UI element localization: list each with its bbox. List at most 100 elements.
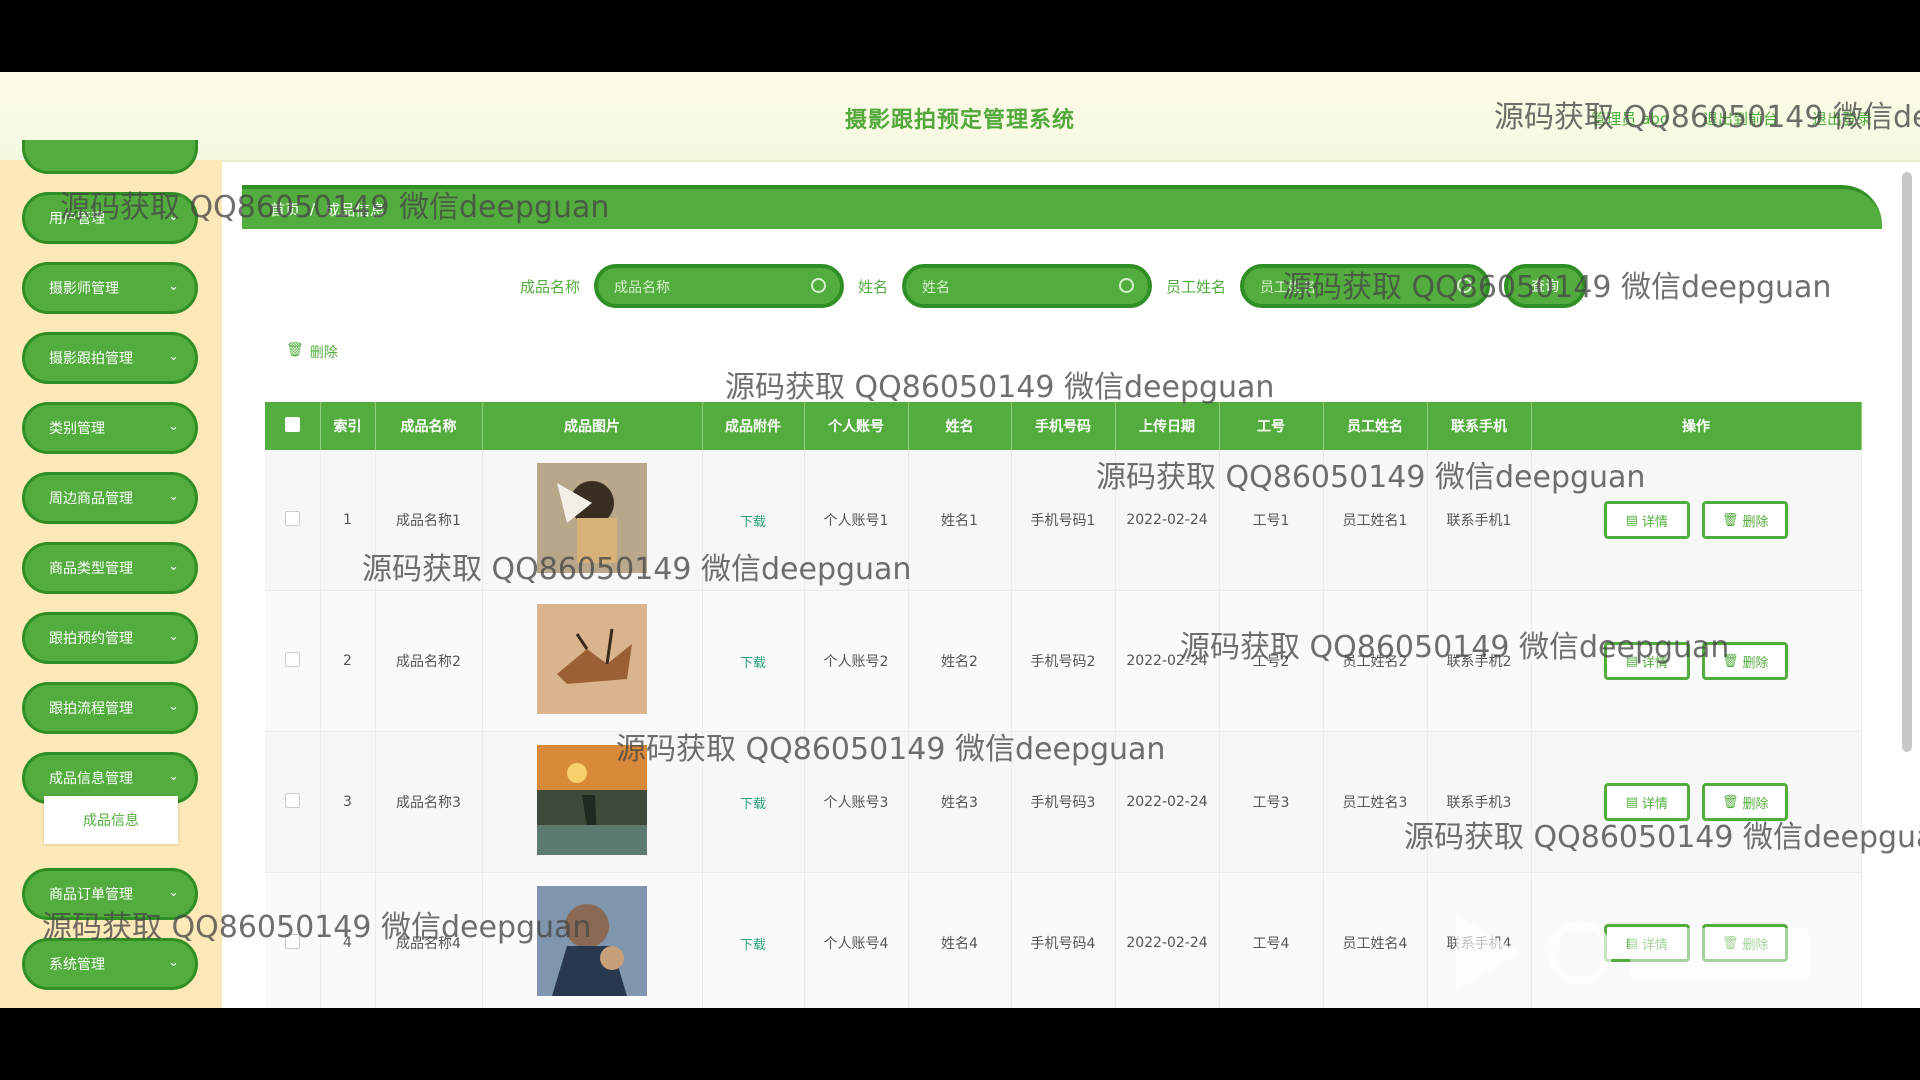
- cell-account: 个人账号4: [804, 872, 909, 1008]
- chevron-down-icon: ⌄: [168, 559, 179, 574]
- cell-gh: 工号4: [1219, 872, 1324, 1008]
- search-xm-box: [902, 264, 1153, 308]
- trash-icon: 🗑: [1721, 794, 1739, 810]
- chevron-down-icon: ⌄: [168, 699, 179, 714]
- download-link[interactable]: 下载: [740, 515, 766, 530]
- cell-staff: 员工姓名1: [1323, 450, 1428, 591]
- cell-attachment: 下载: [702, 872, 805, 1008]
- cell-date: 2022-02-24: [1115, 450, 1220, 591]
- column-header: 操作: [1531, 402, 1862, 450]
- sidebar-item-workflow[interactable]: 跟拍流程管理 ⌄: [22, 682, 198, 734]
- column-header: 员工姓名: [1323, 402, 1428, 450]
- sidebar-item-system[interactable]: 系统管理 ⌄: [22, 938, 198, 990]
- search-staff-input[interactable]: [1244, 268, 1463, 306]
- cell-attachment: 下载: [702, 590, 805, 732]
- search-xm-input[interactable]: [906, 268, 1125, 306]
- back-to-frontend-link[interactable]: 退出到前台: [1703, 108, 1778, 129]
- sidebar-item-label: 摄影跟拍管理: [49, 351, 133, 367]
- cell-name: 成品名称1: [375, 450, 483, 591]
- sidebar-item-product-types[interactable]: 商品类型管理 ⌄: [22, 542, 198, 594]
- cell-name: 成品名称2: [375, 590, 483, 732]
- cell-actions: ▤详情 🗑删除: [1531, 731, 1862, 873]
- search-icon: [1119, 278, 1135, 293]
- product-thumbnail: [537, 886, 647, 996]
- sidebar-item-partial[interactable]: [22, 140, 198, 174]
- detail-label: 详情: [1641, 796, 1668, 812]
- delete-button[interactable]: 🗑删除: [1702, 783, 1789, 821]
- row-checkbox[interactable]: [284, 792, 300, 808]
- cell-phone: 手机号码4: [1011, 872, 1116, 1008]
- delete-button[interactable]: 🗑删除: [1702, 642, 1789, 680]
- logout-link[interactable]: 退出登录: [1812, 108, 1872, 129]
- cell-gh: 工号2: [1219, 590, 1324, 732]
- chevron-down-icon: ⌄: [168, 629, 179, 644]
- sidebar-item-merch[interactable]: 周边商品管理 ⌄: [22, 472, 198, 524]
- table-row: 2 成品名称2 下载 个人账号2 姓名2 手机号码2 2022-02-24 工号…: [265, 590, 1862, 732]
- detail-button[interactable]: ▤详情: [1603, 642, 1690, 680]
- download-link[interactable]: 下载: [740, 938, 766, 953]
- select-all-checkbox[interactable]: [284, 416, 300, 432]
- row-checkbox[interactable]: [284, 933, 300, 949]
- delete-label: 删除: [1742, 655, 1769, 671]
- chevron-down-icon: ⌄: [168, 419, 179, 434]
- cell-account: 个人账号2: [804, 590, 909, 732]
- search-button[interactable]: 查询: [1504, 264, 1587, 308]
- sidebar-item-label: 用户管理: [49, 211, 105, 227]
- search-staff-box: [1240, 264, 1491, 308]
- detail-label: 详情: [1641, 514, 1668, 530]
- cell-phone: 手机号码3: [1011, 731, 1116, 873]
- search-icon: [1457, 278, 1473, 293]
- row-checkbox[interactable]: [284, 651, 300, 667]
- table-row: 1 成品名称1 下载 个人账号1 姓名1 手机号码1 2022-02-24 工号…: [265, 450, 1862, 591]
- sidebar-item-shoots[interactable]: 摄影跟拍管理 ⌄: [22, 332, 198, 384]
- column-header: 工号: [1219, 402, 1324, 450]
- batch-delete-label: 删除: [309, 345, 338, 361]
- sidebar-item-label: 成品信息管理: [49, 771, 133, 787]
- cell-staff: 员工姓名3: [1323, 731, 1428, 873]
- document-icon: ▤: [1625, 512, 1638, 528]
- cell-index: 2: [320, 590, 376, 732]
- sidebar-item-label: 摄影师管理: [49, 281, 119, 297]
- breadcrumb: 首页 / 成品信息: [242, 185, 1882, 229]
- sidebar-item-users[interactable]: 用户管理 ⌄: [22, 192, 198, 244]
- search-name-input[interactable]: [598, 268, 817, 306]
- document-icon: ▤: [1625, 794, 1638, 810]
- product-thumbnail: [537, 604, 647, 714]
- cell-actions: ▤详情 🗑删除: [1531, 590, 1862, 732]
- cell-image: [482, 450, 703, 591]
- cell-xm: 姓名1: [908, 450, 1012, 591]
- sidebar-item-orders[interactable]: 商品订单管理 ⌄: [22, 868, 198, 920]
- cell-image: [482, 731, 703, 873]
- search-staff-label: 员工姓名: [1166, 277, 1227, 296]
- sidebar-item-bookings[interactable]: 跟拍预约管理 ⌄: [22, 612, 198, 664]
- product-thumbnail: [537, 745, 647, 855]
- sidebar-subitem-finished-info[interactable]: 成品信息: [44, 796, 178, 844]
- download-link[interactable]: 下载: [740, 797, 766, 812]
- sidebar-item-categories[interactable]: 类别管理 ⌄: [22, 402, 198, 454]
- column-header: 手机号码: [1011, 402, 1116, 450]
- delete-button[interactable]: 🗑删除: [1702, 501, 1789, 539]
- app-screen: 摄影跟拍预定管理系统 管理员 abo 退出到前台 退出登录 用户管理 ⌄ 摄影师管…: [0, 72, 1920, 1008]
- column-header: 姓名: [908, 402, 1012, 450]
- vertical-scrollbar[interactable]: [1902, 172, 1912, 752]
- sidebar-item-photographers[interactable]: 摄影师管理 ⌄: [22, 262, 198, 314]
- product-thumbnail: [537, 463, 647, 573]
- cell-date: 2022-02-24: [1115, 590, 1220, 732]
- cell-image: [482, 590, 703, 732]
- download-link[interactable]: 下载: [740, 656, 766, 671]
- delete-label: 删除: [1742, 514, 1769, 530]
- search-row: 成品名称 姓名 员工姓名 查询: [520, 264, 1587, 308]
- search-xm-label: 姓名: [858, 277, 889, 296]
- batch-delete-button[interactable]: 🗑 删除: [286, 342, 338, 362]
- detail-button[interactable]: ▤详情: [1603, 501, 1690, 539]
- detail-button[interactable]: ▤详情: [1603, 783, 1690, 821]
- cell-gh: 工号3: [1219, 731, 1324, 873]
- chevron-down-icon: ⌄: [168, 885, 179, 900]
- row-checkbox[interactable]: [284, 510, 300, 526]
- table-row: 3 成品名称3 下载 个人账号3 姓名3 手机号码3 2022-02-24 工号…: [265, 731, 1862, 873]
- cell-xm: 姓名3: [908, 731, 1012, 873]
- breadcrumb-current: 成品信息: [325, 200, 386, 219]
- cell-name: 成品名称4: [375, 872, 483, 1008]
- breadcrumb-home[interactable]: 首页: [270, 199, 300, 220]
- top-links: 管理员 abo 退出到前台 退出登录: [1591, 108, 1872, 129]
